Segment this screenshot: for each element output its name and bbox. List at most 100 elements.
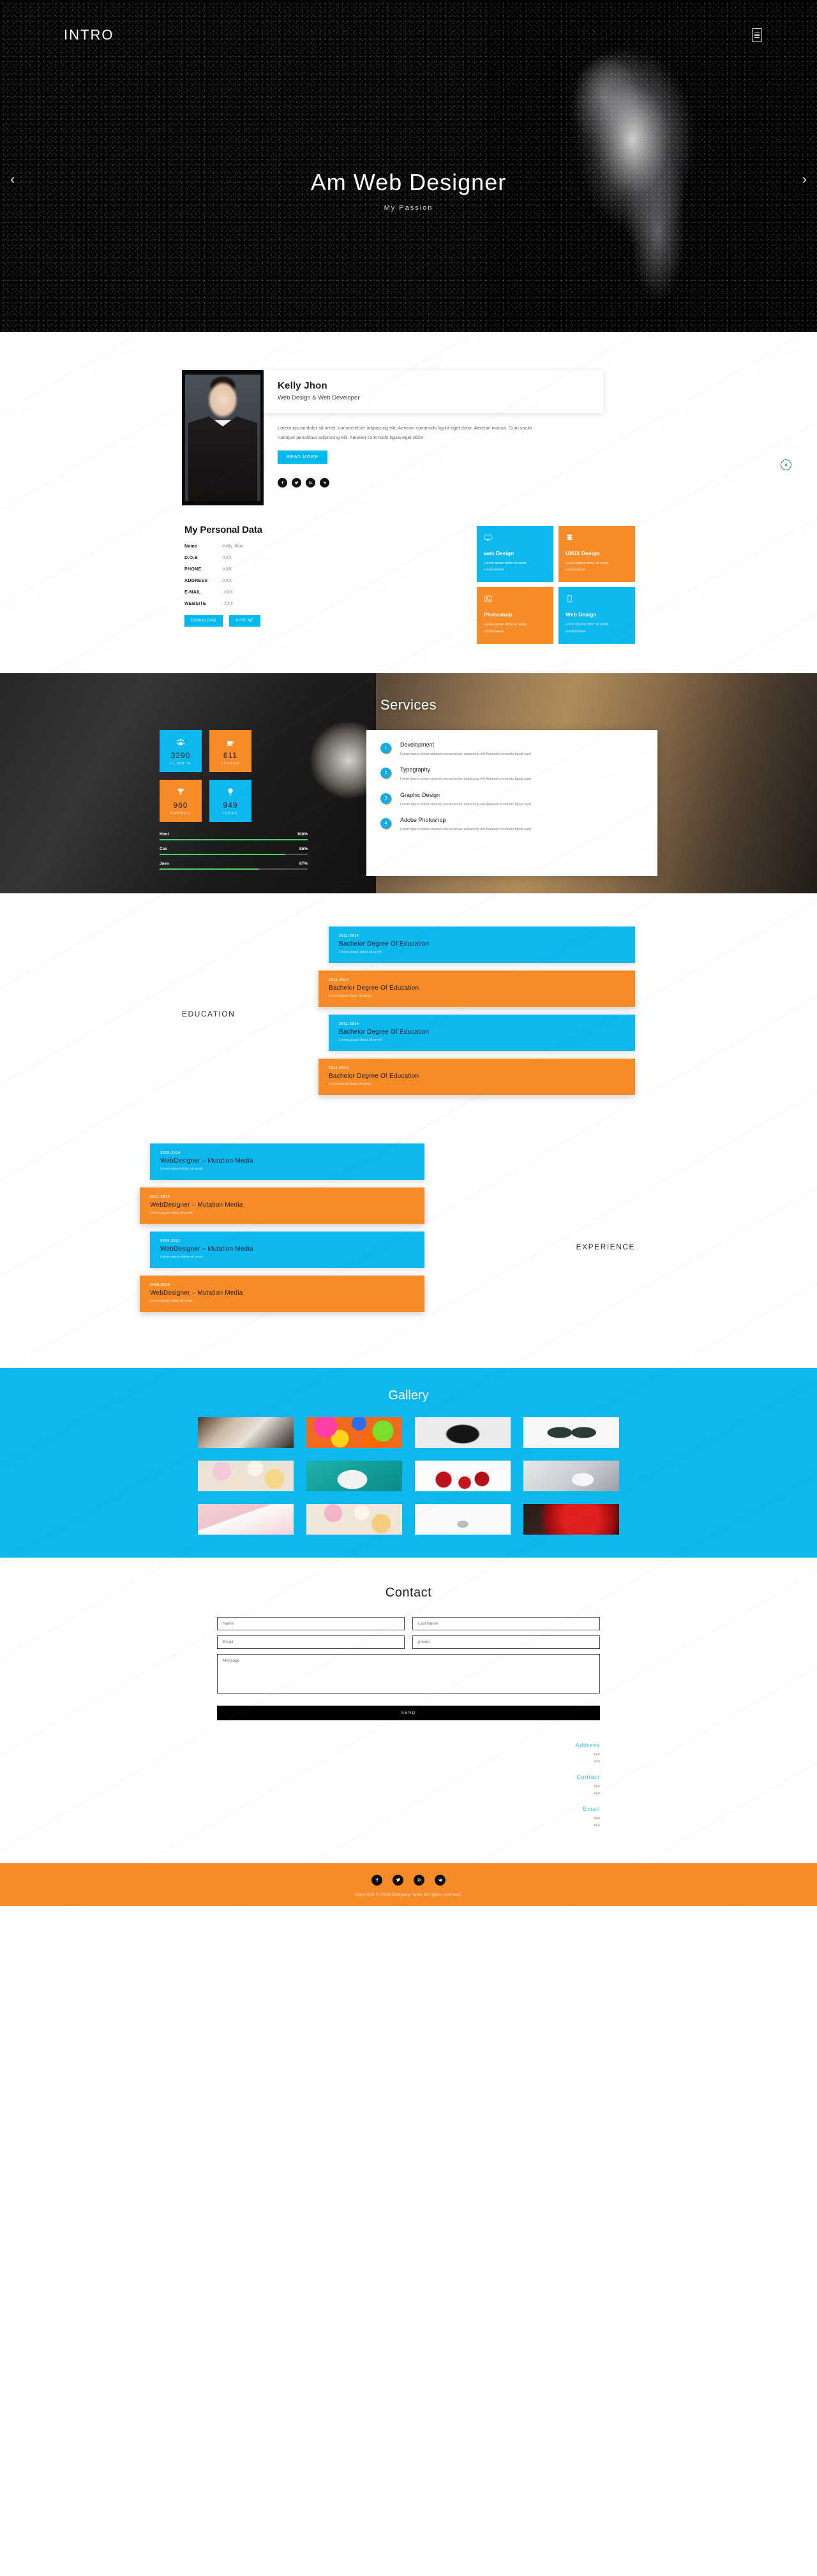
service-item-title: Typography (400, 766, 431, 773)
contact-info-line: xxx (594, 1752, 600, 1757)
contact-info-group: Email xxx xxx (217, 1806, 600, 1829)
skill-name: Html (160, 831, 169, 837)
service-item-desc: Lorem ipsum dolor sitamet,consectetuer a… (400, 777, 532, 782)
vk-icon[interactable] (435, 1874, 446, 1886)
gallery-item[interactable] (198, 1503, 294, 1535)
vk-icon[interactable] (320, 477, 329, 488)
twitter-icon[interactable] (393, 1874, 403, 1886)
read-more-button[interactable]: READ MORE (278, 450, 327, 464)
gallery-item[interactable] (415, 1460, 511, 1491)
timeline-date: 2011-2012 (150, 1195, 170, 1199)
personal-data-row: Name:Kelly Jhon (184, 544, 393, 549)
skill-name: Css (160, 846, 167, 851)
personal-data-key: PHONE (184, 567, 202, 572)
personal-data-row: D.O.B:XXX (184, 556, 393, 560)
send-button[interactable]: SEND (217, 1705, 600, 1720)
download-button[interactable]: DOWNLOAD (184, 615, 223, 627)
counters-block: 3290 CLIENTS 611 COFFEE 960 AWARDS 949 IDEAS Ht… (160, 729, 357, 876)
personal-data-row: My Personal Data Name:Kelly Jhon D.O.B:XX… (182, 525, 635, 644)
profile-row: Kelly Jhon Web Design & Web Developer Lo… (182, 370, 635, 505)
gallery-item[interactable] (306, 1460, 402, 1491)
hero-section: INTRO Am Web Designer My Passion ‹ › (0, 0, 817, 332)
service-card[interactable]: UI/UX Design Lorem ipsum dolor sit amet, … (558, 526, 635, 583)
education-section: EDUCATION 2011-2014 Bachelor Degree Of Ed… (0, 893, 817, 1137)
facebook-icon[interactable] (278, 477, 287, 488)
service-card-desc: Lorem ipsum dolor sit amet, consectetuer (484, 623, 527, 634)
education-item[interactable]: 2011-2014 Bachelor Degree Of Education Lor… (319, 970, 635, 1007)
last-name-input[interactable] (412, 1616, 600, 1630)
service-card-title: Web Design (566, 611, 597, 618)
gallery-item[interactable] (523, 1503, 619, 1535)
service-card[interactable]: Photoshop Lorem ipsum dolor sit amet, con… (477, 587, 553, 644)
experience-item[interactable]: 2008-2009 WebDesigner – Mutation Media Lor… (140, 1275, 424, 1312)
personal-data-key: D.O.B (184, 556, 198, 560)
contact-info-group: Contact xxx xxx (217, 1774, 600, 1797)
carousel-prev-icon[interactable]: ‹ (10, 172, 15, 186)
counter-card: 949 IDEAS (209, 779, 251, 822)
contact-info-title: Contact (576, 1773, 600, 1780)
hire-me-button[interactable]: HIRE ME (229, 615, 261, 627)
personal-data-heading: My Personal Data (184, 525, 262, 535)
counter-value: 960 (173, 800, 188, 810)
timeline-desc: Lorem ipsum dolor sit amet. (339, 1038, 382, 1042)
counter-label: AWARDS (170, 811, 191, 815)
hero-subtitle: My Passion (384, 204, 433, 212)
service-item-number: 2 (380, 768, 391, 779)
avatar (182, 370, 264, 505)
menu-icon[interactable] (752, 28, 762, 42)
brand-logo[interactable]: INTRO (64, 27, 114, 43)
copyright-text: Copyright © 2020.Company name All rights… (355, 1893, 462, 1897)
personal-data-row: E-MAIL: XXX (184, 590, 393, 595)
gallery-item[interactable] (198, 1417, 294, 1448)
personal-data-block: My Personal Data Name:Kelly Jhon D.O.B:XX… (182, 525, 393, 644)
skills-list: Html 100% Css 85% Java 67% (160, 832, 308, 870)
message-textarea[interactable] (217, 1653, 600, 1694)
service-card[interactable]: web Design Lorem ipsum dolor sit amet, co… (477, 526, 553, 583)
gallery-item[interactable] (306, 1417, 402, 1448)
timeline-desc: Lorem ipsum dolor sit amet. (160, 1166, 204, 1171)
personal-data-key: E-MAIL (184, 590, 201, 595)
experience-item[interactable]: 2011-2012 WebDesigner – Mutation Media Lor… (140, 1187, 424, 1224)
phone-input[interactable] (412, 1635, 600, 1649)
gallery-item[interactable] (415, 1503, 511, 1535)
page-title: Am Web Designer (310, 169, 507, 195)
gallery-heading: Gallery (388, 1388, 429, 1403)
name-card: Kelly Jhon Web Design & Web Developer (264, 370, 603, 413)
education-item[interactable]: 2011-2014 Bachelor Degree Of Education Lor… (329, 926, 635, 963)
timeline-date: 2011-2014 (339, 934, 359, 938)
facebook-icon[interactable] (371, 1874, 382, 1886)
rss-icon[interactable] (414, 1874, 424, 1886)
email-input[interactable] (217, 1635, 405, 1649)
education-item[interactable]: 2011-2014 Bachelor Degree Of Education Lor… (319, 1058, 635, 1095)
gallery-item[interactable] (523, 1460, 619, 1491)
timeline-date: 2011-2014 (339, 1022, 359, 1026)
gallery-item[interactable] (415, 1417, 511, 1448)
service-item-number: 4 (380, 818, 391, 829)
service-item-desc: Lorem ipsum dolor sitamet,consectetuer a… (400, 828, 532, 831)
counter-label: CLIENTS (170, 761, 191, 766)
gallery-item[interactable] (198, 1460, 294, 1491)
footer-social-links (0, 1874, 817, 1886)
name-input[interactable] (217, 1616, 405, 1630)
skill-percent: 67% (299, 861, 308, 866)
service-card[interactable]: Web Design Lorem ipsum dolor sit amet, co… (558, 587, 635, 644)
counter-card: 960 AWARDS (160, 779, 202, 822)
timeline-date: 2009-2011 (160, 1239, 181, 1243)
scroll-to-top-icon[interactable] (781, 459, 791, 470)
timeline-title: WebDesigner – Mutation Media (160, 1245, 253, 1253)
experience-label: EXPERIENCE (576, 1242, 635, 1251)
experience-item[interactable]: 2009-2011 WebDesigner – Mutation Media Lor… (150, 1231, 424, 1268)
personal-data-key: WEBSITE (184, 602, 206, 606)
rss-icon[interactable] (306, 477, 315, 488)
counter-label: IDEAS (223, 811, 238, 815)
education-item[interactable]: 2011-2014 Bachelor Degree Of Education Lor… (329, 1014, 635, 1051)
personal-data-value: :XXX (221, 567, 232, 572)
carousel-next-icon[interactable]: › (802, 172, 807, 186)
service-cards-grid: web Design Lorem ipsum dolor sit amet, co… (477, 526, 635, 644)
gallery-item[interactable] (523, 1417, 619, 1448)
gallery-item[interactable] (306, 1503, 402, 1535)
skill-bar-row: Java 67% (160, 861, 308, 870)
timeline-desc: Lorem ipsum dolor sit amet. (150, 1210, 193, 1215)
twitter-icon[interactable] (292, 477, 301, 488)
experience-item[interactable]: 2012-2014 WebDesigner – Mutation Media Lor… (150, 1143, 424, 1180)
